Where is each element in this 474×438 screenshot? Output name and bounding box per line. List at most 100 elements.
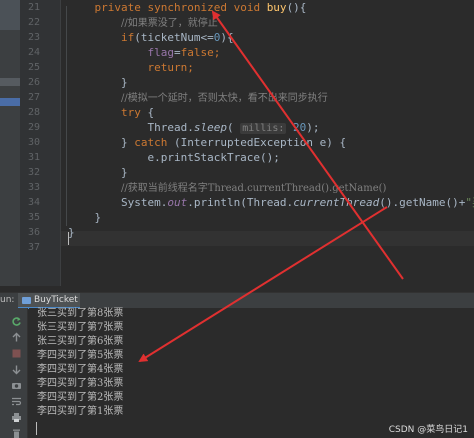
code-line: e.printStackTrace(); <box>68 151 280 164</box>
line-number: 35 <box>27 212 40 223</box>
strip-marker <box>0 78 20 86</box>
code-line: //如果票没了，就停止 <box>68 16 218 30</box>
up-arrow-icon[interactable] <box>10 332 22 343</box>
line-number: 26 <box>27 77 40 88</box>
line-number: 32 <box>27 167 40 178</box>
code-token: "买到了第" <box>465 196 474 209</box>
line-number: 27 <box>27 92 40 103</box>
project-tool-strip <box>0 0 20 286</box>
line-number: 30 <box>27 137 40 148</box>
line-number: 23 <box>27 32 40 43</box>
code-token: buy <box>266 1 287 14</box>
code-token: (InterruptedException e) { <box>167 136 347 149</box>
code-token: e.printStackTrace(); <box>68 151 280 164</box>
trash-icon[interactable] <box>10 428 22 438</box>
console-line: 张三买到了第7张票 <box>37 322 124 333</box>
code-token: 20 <box>293 121 307 134</box>
code-token: } <box>68 166 128 179</box>
code-token: return; <box>147 61 194 74</box>
code-token: //如果票没了，就停止 <box>120 18 218 29</box>
console-line: 李四买到了第1张票 <box>37 406 124 417</box>
console-line: 李四买到了第2张票 <box>37 392 124 403</box>
code-token: //模拟一个延时，否则太快，看不出来同步执行 <box>120 93 328 104</box>
code-token: ){ <box>220 31 234 44</box>
code-token: ().getName()+ <box>379 196 466 209</box>
current-line-highlight <box>61 231 474 246</box>
code-token: private synchronized void <box>94 1 267 14</box>
tab-label: BuyTicket <box>34 295 78 305</box>
code-token: } <box>68 211 102 224</box>
run-config-icon <box>22 297 31 304</box>
code-token: ); <box>306 121 320 134</box>
code-token: System. <box>68 196 168 209</box>
code-token: false <box>180 46 214 59</box>
console-caret <box>36 422 37 435</box>
code-token: Thread. <box>68 121 194 134</box>
code-editor[interactable]: private synchronized void buy(){ //如果票没了… <box>0 0 474 286</box>
code-token: //获取当前线程名字Thread.currentThread().getName… <box>120 183 387 194</box>
rerun-icon[interactable] <box>10 316 22 327</box>
code-token: } <box>68 136 135 149</box>
code-line: return; <box>68 61 194 74</box>
line-number: 22 <box>27 17 40 28</box>
line-number: 28 <box>27 107 40 118</box>
code-token: flag <box>147 46 174 59</box>
code-line: } <box>68 211 101 224</box>
code-token: out <box>167 196 188 209</box>
console-line: 李四买到了第5张票 <box>37 350 124 361</box>
code-token: ( <box>226 121 241 134</box>
code-token: { <box>140 106 155 119</box>
indent-guide <box>66 6 67 226</box>
line-number: 21 <box>27 2 40 13</box>
code-line: try { <box>68 106 154 119</box>
camera-icon[interactable] <box>10 380 22 391</box>
code-token: (){ <box>286 1 307 14</box>
line-number: 33 <box>27 182 40 193</box>
line-number: 29 <box>27 122 40 133</box>
code-token: ; <box>213 46 221 59</box>
code-line: private synchronized void buy(){ <box>68 1 307 14</box>
stop-icon[interactable] <box>10 348 22 359</box>
print-icon[interactable] <box>10 412 22 423</box>
line-number: 25 <box>27 62 40 73</box>
line-number: 36 <box>27 227 40 238</box>
strip-marker <box>0 0 20 30</box>
code-token: sleep <box>193 121 227 134</box>
strip-selection-marker <box>0 98 20 106</box>
console-output[interactable]: 张三买到了第8张票 张三买到了第7张票 张三买到了第6张票 李四买到了第5张票 李四买到… <box>29 308 474 438</box>
code-line: } <box>68 226 75 239</box>
down-arrow-icon[interactable] <box>10 364 22 375</box>
code-line: } <box>68 166 128 179</box>
code-token: currentThread <box>293 196 380 209</box>
run-tool-label: un: <box>0 295 15 305</box>
code-token: try <box>120 106 141 119</box>
code-token: (ticketNum<= <box>134 31 214 44</box>
line-number: 34 <box>27 197 40 208</box>
line-number: 24 <box>27 47 40 58</box>
console-line: 张三买到了第8张票 <box>37 308 124 319</box>
code-line: flag=false; <box>68 46 220 59</box>
code-line: } catch (InterruptedException e) { <box>68 136 346 149</box>
line-number: 31 <box>27 152 40 163</box>
soft-wrap-icon[interactable] <box>10 396 22 407</box>
code-token: if <box>120 31 135 44</box>
parameter-hint: millis: <box>240 123 287 134</box>
console-line: 李四买到了第4张票 <box>37 364 124 375</box>
code-line: if(ticketNum<=0){ <box>68 31 234 44</box>
code-line: Thread.sleep( millis: 20); <box>68 121 320 135</box>
code-token: .println(Thread. <box>187 196 294 209</box>
code-line: System.out.println(Thread.currentThread(… <box>68 196 474 209</box>
code-line: //模拟一个延时，否则太快，看不出来同步执行 <box>68 91 328 105</box>
code-line: } <box>68 76 128 89</box>
code-token: } <box>68 226 75 239</box>
console-line: 李四买到了第3张票 <box>37 378 124 389</box>
